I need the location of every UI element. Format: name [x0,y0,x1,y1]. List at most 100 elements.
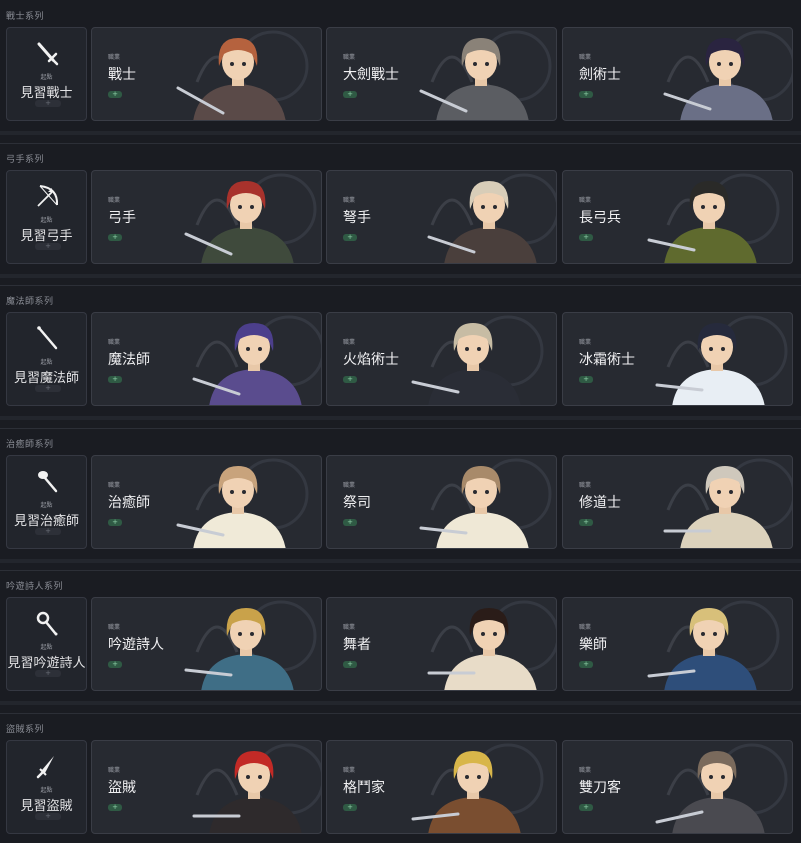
character-portrait [184,600,317,690]
job-card[interactable]: 職業 弩手 + [326,170,557,264]
job-card[interactable]: 職業 大劍戰士 + [326,27,557,121]
job-add-button[interactable]: + [108,376,122,383]
base-class-add-button[interactable]: + [35,528,61,535]
base-class-card[interactable]: 起點 見習治癒師 + [6,455,87,549]
job-add-button[interactable]: + [579,519,593,526]
character-portrait [663,458,792,548]
base-class-add-button[interactable]: + [35,100,61,107]
character-portrait [192,743,321,833]
job-name: 弓手 [108,210,136,226]
job-tag: 職業 [579,197,592,204]
job-name: 冰霜術士 [579,352,635,368]
class-row: 起點 見習魔法師 + 職業 魔法師 + 職業 火焰術士 + 職業 冰霜術士 + [0,312,801,406]
job-name: 格鬥家 [343,780,385,796]
job-tag: 職業 [343,339,356,346]
job-card[interactable]: 職業 祭司 + [326,455,557,549]
section-title: 戰士系列 [6,12,45,22]
job-card[interactable]: 職業 盜賊 + [91,740,322,834]
job-add-button[interactable]: + [343,804,357,811]
job-add-button[interactable]: + [108,519,122,526]
job-add-button[interactable]: + [579,234,593,241]
section-title: 盜賊系列 [6,725,45,735]
base-class-card[interactable]: 起點 見習弓手 + [6,170,87,264]
staff-icon [37,326,58,350]
class-row: 起點 見習弓手 + 職業 弓手 + 職業 弩手 + 職業 長弓兵 + [0,170,801,264]
rattle-icon [36,611,58,636]
job-tag: 職業 [579,624,592,631]
dagger-icon [36,756,54,779]
bow-icon [37,185,59,207]
job-card[interactable]: 職業 吟遊詩人 + [91,597,322,691]
class-row: 起點 見習戰士 + 職業 戰士 + 職業 大劍戰士 + 職業 劍術士 + [0,27,801,121]
job-add-button[interactable]: + [108,234,122,241]
job-name: 治癒師 [108,495,150,511]
job-card[interactable]: 職業治癒師 + [91,455,322,549]
class-section: 魔法師系列 起點 見習魔法師 + 職業 魔法師 + 職業 火焰術士 + 職業 冰霜術士 + [0,285,801,425]
sword-icon [37,42,59,66]
job-card[interactable]: 職業 冰霜術士 + [562,312,793,406]
job-tag: 職業 [343,624,356,631]
base-class-card[interactable]: 起點 見習盜賊 + [6,740,87,834]
job-card[interactable]: 職業 火焰術士 + [326,312,557,406]
job-name: 吟遊詩人 [108,637,164,653]
job-add-button[interactable]: + [343,376,357,383]
base-class-add-button[interactable]: + [35,385,61,392]
job-add-button[interactable]: + [579,376,593,383]
job-card[interactable]: 職業 劍術士 + [562,27,793,121]
job-card[interactable]: 職業樂師 + [562,597,793,691]
character-portrait [647,173,780,263]
job-card[interactable]: 職業 長弓兵 + [562,170,793,264]
base-class-add-button[interactable]: + [35,813,61,820]
base-class-add-button[interactable]: + [35,243,61,250]
job-card[interactable]: 職業 魔法師 + [91,312,322,406]
section-title: 治癒師系列 [6,440,54,450]
base-class-tag: 起點 [40,787,53,794]
job-card[interactable]: 職業 戰士 + [91,27,322,121]
section-divider [0,416,801,420]
job-add-button[interactable]: + [343,91,357,98]
job-add-button[interactable]: + [343,234,357,241]
base-class-card[interactable]: 起點 見習魔法師 + [6,312,87,406]
job-tag: 職業 [343,54,356,61]
job-add-button[interactable]: + [579,661,593,668]
base-class-tag: 起點 [40,644,53,651]
job-name: 樂師 [579,637,607,653]
section-divider [0,274,801,278]
job-tag: 職業 [108,482,121,489]
class-section: 吟遊詩人系列 起點 見習吟遊詩人 + 職業 吟遊詩人 + 職業 舞者 + 職業 樂師 + [0,570,801,710]
job-add-button[interactable]: + [579,804,593,811]
class-row: 起點 見習吟遊詩人 + 職業 吟遊詩人 + 職業 舞者 + 職業 樂師 + [0,597,801,691]
base-class-tag: 起點 [40,74,53,81]
base-class-add-button[interactable]: + [35,670,61,677]
job-card[interactable]: 職業 雙刀客 + [562,740,793,834]
character-portrait [655,315,788,405]
job-add-button[interactable]: + [579,91,593,98]
class-section: 治癒師系列 起點 見習治癒師 + 職業 治癒師 + 職業 祭司 + 職業 修道士 + [0,428,801,568]
job-tag: 職業 [108,54,121,61]
class-section: 盜賊系列 起點 見習盜賊 + 職業 盜賊 + 職業 格鬥家 + 職業 雙刀客 + [0,713,801,843]
base-class-tag: 起點 [40,217,53,224]
base-class-card[interactable]: 起點 見習吟遊詩人 + [6,597,87,691]
character-portrait [663,30,792,120]
job-card[interactable]: 職業 格鬥家 + [326,740,557,834]
base-class-card[interactable]: 起點 見習戰士 + [6,27,87,121]
character-portrait [655,743,788,833]
job-add-button[interactable]: + [343,661,357,668]
character-portrait [427,600,556,690]
wand-icon [38,471,58,493]
base-class-tag: 起點 [40,359,53,366]
job-add-button[interactable]: + [108,804,122,811]
job-tag: 職業 [579,482,592,489]
section-divider [0,570,801,571]
job-tag: 職業 [108,339,121,346]
job-card[interactable]: 職業 弓手 + [91,170,322,264]
job-tag: 職業 [343,197,356,204]
section-title: 魔法師系列 [6,297,54,307]
job-add-button[interactable]: + [108,91,122,98]
job-card[interactable]: 職業 舞者 + [326,597,557,691]
base-class-tag: 起點 [40,502,53,509]
job-card[interactable]: 職業 修道士 + [562,455,793,549]
job-add-button[interactable]: + [343,519,357,526]
job-tag: 職業 [579,767,592,774]
job-add-button[interactable]: + [108,661,122,668]
